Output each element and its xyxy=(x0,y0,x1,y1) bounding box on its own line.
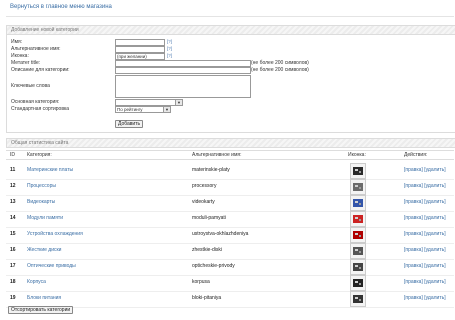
row-actions: [правка] [удалить] xyxy=(404,199,446,205)
meta-title-input[interactable] xyxy=(115,60,251,67)
parent-category-label: Основная категория: xyxy=(11,99,60,105)
meta-desc-note: (не более 200 символов) xyxy=(251,67,309,73)
col-id: ID xyxy=(10,152,15,158)
category-name-link[interactable]: Процессоры xyxy=(27,183,56,189)
category-alias: opticheskie-privody xyxy=(192,263,235,269)
meta-desc-label: Описание для категории: xyxy=(11,67,70,73)
row-actions: [правка] [удалить] xyxy=(404,183,446,189)
category-name-link[interactable]: Модули памяти xyxy=(27,215,63,221)
icon-input[interactable]: (при желании) xyxy=(115,53,165,60)
name-help-link[interactable]: [?] xyxy=(167,39,172,44)
category-alias: videokarty xyxy=(192,199,215,205)
icon-help-link[interactable]: [?] xyxy=(167,53,172,58)
col-alias: Альтернативное имя: xyxy=(192,152,242,158)
parent-category-select[interactable] xyxy=(115,99,177,106)
sort-label: Стандартная сортировка xyxy=(11,106,70,112)
row-id: 14 xyxy=(10,215,16,221)
keywords-label: Ключевые слова xyxy=(11,83,50,89)
row-id: 12 xyxy=(10,183,16,189)
category-alias: ustroystva-okhlazhdeniya xyxy=(192,231,249,237)
table-row: 19 Блоки питания bloki-pitaniya [правка] [у… xyxy=(6,289,454,308)
row-actions: [правка] [удалить] xyxy=(404,231,446,237)
row-id: 17 xyxy=(10,263,16,269)
alt-name-help-link[interactable]: [?] xyxy=(167,46,172,51)
row-actions: [правка] [удалить] xyxy=(404,295,446,301)
category-name-link[interactable]: Жесткие диски xyxy=(27,247,61,253)
row-id: 19 xyxy=(10,295,16,301)
col-actions: Действия: xyxy=(404,152,428,158)
col-icon: Иконка: xyxy=(348,152,366,158)
delete-link[interactable]: [удалить] xyxy=(424,167,445,173)
category-alias: bloki-pitaniya xyxy=(192,295,222,301)
top-bar: Вернуться в главное меню магазина xyxy=(0,0,455,16)
table-header: ID Категория: Альтернативное имя: Иконка… xyxy=(6,150,454,160)
delete-link[interactable]: [удалить] xyxy=(424,295,445,301)
row-id: 13 xyxy=(10,199,16,205)
meta-title-label: Метатег title: xyxy=(11,60,41,66)
edit-link[interactable]: [правка] xyxy=(404,183,423,189)
alt-name-label: Альтернативное имя: xyxy=(11,46,61,52)
delete-link[interactable]: [удалить] xyxy=(424,183,445,189)
edit-link[interactable]: [правка] xyxy=(404,295,423,301)
divider xyxy=(6,16,454,17)
meta-title-note: (не более 200 символов) xyxy=(251,60,309,66)
category-list-panel: Общая статистика сайта xyxy=(6,138,455,148)
edit-link[interactable]: [правка] xyxy=(404,199,423,205)
row-id: 11 xyxy=(10,167,16,173)
row-id: 15 xyxy=(10,231,16,237)
category-alias: materinskie-platy xyxy=(192,167,230,173)
edit-link[interactable]: [правка] xyxy=(404,279,423,285)
add-category-panel: Добавление новой категории Имя: [?] Альт… xyxy=(6,25,455,133)
sort-select[interactable]: По рейтингу xyxy=(115,106,165,113)
category-alias: korpusa xyxy=(192,279,210,285)
keywords-textarea[interactable] xyxy=(115,75,251,98)
add-category-panel-title: Добавление новой категории xyxy=(7,26,455,35)
meta-desc-input[interactable] xyxy=(115,67,251,74)
delete-link[interactable]: [удалить] xyxy=(424,247,445,253)
edit-link[interactable]: [правка] xyxy=(404,247,423,253)
back-to-shop-menu-link[interactable]: Вернуться в главное меню магазина xyxy=(10,4,112,10)
chevron-down-icon[interactable]: ▼ xyxy=(163,106,171,113)
name-label: Имя: xyxy=(11,39,23,45)
category-alias: moduli-pamyati xyxy=(192,215,226,221)
category-name-link[interactable]: Блоки питания xyxy=(27,295,61,301)
row-actions: [правка] [удалить] xyxy=(404,247,446,253)
sort-categories-button[interactable]: Отсортировать категории xyxy=(8,306,74,314)
category-name-link[interactable]: Видеокарты xyxy=(27,199,55,205)
row-id: 18 xyxy=(10,279,16,285)
row-actions: [правка] [удалить] xyxy=(404,215,446,221)
row-actions: [правка] [удалить] xyxy=(404,167,446,173)
col-category: Категория: xyxy=(27,152,52,158)
category-name-link[interactable]: Оптические приводы xyxy=(27,263,76,269)
delete-link[interactable]: [удалить] xyxy=(424,215,445,221)
category-name-link[interactable]: Устройства охлаждения xyxy=(27,231,83,237)
power-supply-icon xyxy=(350,291,366,307)
edit-link[interactable]: [правка] xyxy=(404,167,423,173)
alt-name-input[interactable] xyxy=(115,46,165,53)
edit-link[interactable]: [правка] xyxy=(404,231,423,237)
edit-link[interactable]: [правка] xyxy=(404,215,423,221)
delete-link[interactable]: [удалить] xyxy=(424,199,445,205)
category-list-title: Общая статистика сайта xyxy=(7,139,455,148)
chevron-down-icon[interactable]: ▼ xyxy=(175,99,183,106)
row-id: 16 xyxy=(10,247,16,253)
icon-label: Иконка: xyxy=(11,53,29,59)
category-alias: zhestkie-diski xyxy=(192,247,223,253)
category-alias: processory xyxy=(192,183,217,189)
delete-link[interactable]: [удалить] xyxy=(424,263,445,269)
row-actions: [правка] [удалить] xyxy=(404,279,446,285)
edit-link[interactable]: [правка] xyxy=(404,263,423,269)
row-actions: [правка] [удалить] xyxy=(404,263,446,269)
add-category-button[interactable]: Добавить xyxy=(115,120,144,128)
category-name-link[interactable]: Корпуса xyxy=(27,279,46,285)
delete-link[interactable]: [удалить] xyxy=(424,279,445,285)
name-input[interactable] xyxy=(115,39,165,46)
category-name-link[interactable]: Материнские платы xyxy=(27,167,73,173)
delete-link[interactable]: [удалить] xyxy=(424,231,445,237)
